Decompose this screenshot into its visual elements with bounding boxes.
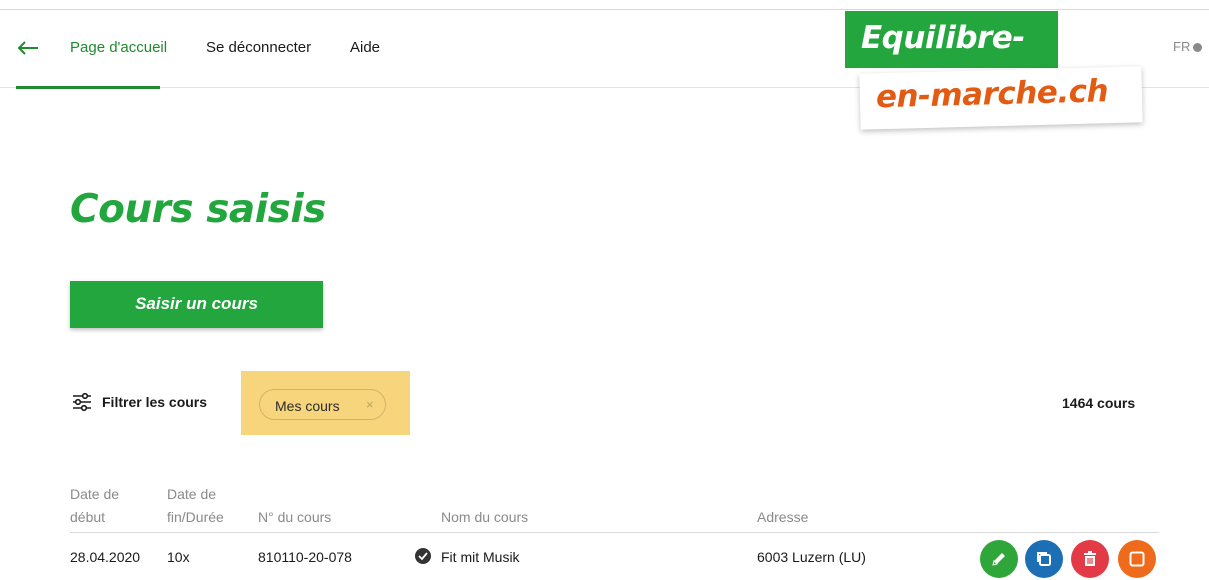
header-line [441, 483, 528, 506]
copy-course-button[interactable] [1025, 540, 1063, 578]
window-top-edge [0, 0, 1209, 10]
cell-course-number: 810110-20-078 [258, 549, 352, 565]
filter-label: Filtrer les cours [102, 394, 208, 410]
filter-chip-my-courses[interactable]: Mes cours × [259, 389, 386, 420]
active-tab-indicator [16, 86, 160, 89]
nav-link-logout[interactable]: Se déconnecter [206, 39, 311, 56]
language-label: FR [1173, 39, 1191, 54]
header-line: Date de [167, 486, 217, 502]
cell-start-date: 28.04.2020 [70, 549, 141, 565]
copy-icon [1037, 552, 1051, 566]
page-title: Cours saisis [70, 187, 326, 232]
cell-address: 6003 Luzern (LU) [757, 549, 866, 565]
trash-icon [1084, 551, 1096, 566]
header-line [258, 483, 331, 506]
close-icon[interactable]: × [366, 397, 374, 412]
language-selector[interactable]: FR [1173, 39, 1203, 54]
course-count: 1464 cours [1062, 395, 1136, 411]
column-header-address[interactable]: Adresse [757, 483, 808, 529]
nav-link-home[interactable]: Page d'accueil [70, 39, 167, 56]
header-line: début [70, 509, 106, 525]
column-header-start-date[interactable]: Date de début [70, 483, 119, 529]
logo-text-line2: en-marche.ch [875, 73, 1109, 116]
edit-course-button[interactable] [980, 540, 1018, 578]
square-icon [1129, 551, 1145, 567]
chevron-down-icon [1193, 43, 1203, 53]
check-circle-icon [415, 548, 431, 564]
column-header-course-number[interactable]: N° du cours [258, 483, 331, 529]
filter-chip-label: Mes cours [275, 398, 340, 414]
column-header-end-date[interactable]: Date de fin/Durée [167, 483, 224, 529]
logo-bottom-banner: en-marche.ch [859, 66, 1143, 130]
header-line: N° du cours [258, 509, 332, 525]
delete-course-button[interactable] [1071, 540, 1109, 578]
header-line: Date de [70, 486, 120, 502]
add-course-button[interactable]: Saisir un cours [70, 281, 323, 328]
column-header-course-name[interactable]: Nom du cours [441, 483, 528, 529]
header-line [757, 483, 808, 506]
logo-text-line1: Equilibre- [861, 20, 1025, 56]
archive-course-button[interactable] [1118, 540, 1156, 578]
add-course-button-label: Saisir un cours [135, 294, 258, 313]
sliders-icon [73, 392, 91, 412]
header-line: fin/Durée [167, 509, 224, 525]
cell-end-date: 10x [167, 549, 190, 565]
logo-top-banner: Equilibre- [845, 11, 1058, 68]
active-filters-area: Mes cours × [241, 371, 410, 435]
header-line: Nom du cours [441, 509, 529, 525]
cell-course-name[interactable]: Fit mit Musik [441, 549, 520, 565]
header-line: Adresse [757, 509, 809, 525]
arrow-left-icon[interactable] [16, 37, 42, 59]
table-header-divider [70, 532, 1159, 533]
nav-link-help[interactable]: Aide [350, 39, 380, 56]
pencil-icon [992, 553, 1005, 566]
